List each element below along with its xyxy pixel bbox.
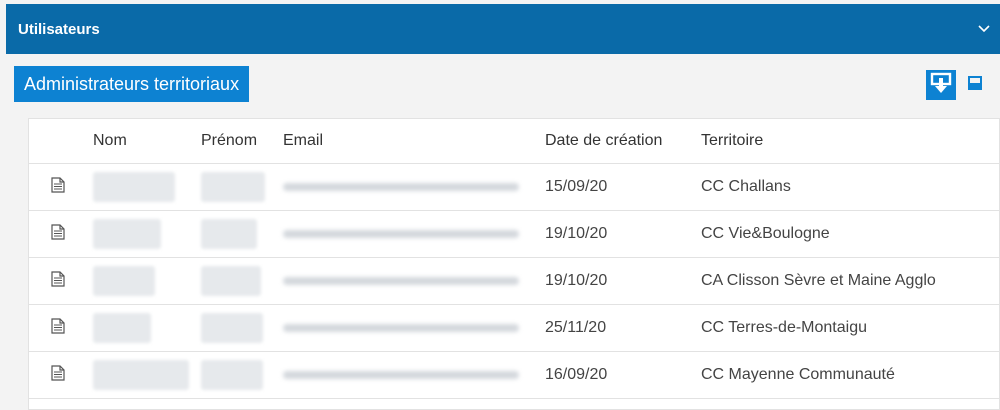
email-cell [277, 163, 539, 211]
territoire-cell: CC Vie&Boulogne [695, 210, 999, 258]
redacted-name [93, 266, 155, 296]
chevron-down-icon[interactable] [976, 20, 992, 36]
document-icon [51, 317, 65, 338]
document-icon [51, 223, 65, 244]
table-row[interactable]: 19/10/20 CA Clisson Sèvre et Maine Agglo [29, 257, 999, 305]
collapse-button[interactable] [960, 70, 990, 100]
redacted-name [93, 172, 175, 202]
table-header-row: Nom Prénom Email Date de création Territ… [29, 119, 999, 164]
redacted-email [283, 276, 519, 285]
export-button[interactable] [926, 70, 956, 100]
row-open-button[interactable] [29, 210, 87, 258]
email-cell [277, 351, 539, 399]
row-open-button[interactable] [29, 304, 87, 352]
redacted-firstname [201, 313, 263, 343]
row-open-button[interactable] [29, 257, 87, 305]
redacted-firstname [201, 172, 265, 202]
nom-cell [87, 257, 195, 305]
date-cell: 19/10/20 [539, 210, 695, 258]
redacted-firstname [201, 219, 257, 249]
redacted-email [283, 229, 519, 238]
email-cell [277, 257, 539, 305]
document-icon [51, 176, 65, 197]
territoire-cell: CA Clisson Sèvre et Maine Agglo [695, 257, 999, 305]
table-row[interactable]: 15/09/20 CC Challans [29, 163, 999, 211]
date-cell: 25/11/20 [539, 304, 695, 352]
header-date[interactable]: Date de création [539, 119, 695, 164]
row-open-button[interactable] [29, 351, 87, 399]
admins-table: Nom Prénom Email Date de création Territ… [28, 118, 1000, 410]
redacted-email [283, 370, 519, 379]
section-title: Administrateurs territoriaux [14, 66, 250, 102]
table-row[interactable]: 19/10/20 CC Vie&Boulogne [29, 210, 999, 258]
table-row[interactable]: 25/11/20 CC Terres-de-Montaigu [29, 304, 999, 352]
header-territoire[interactable]: Territoire [695, 119, 999, 164]
redacted-name [93, 219, 161, 249]
header-email[interactable]: Email [277, 119, 539, 164]
table-row[interactable]: 16/09/20 CC Mayenne Communauté [29, 351, 999, 399]
date-cell: 19/10/20 [539, 257, 695, 305]
redacted-name [93, 360, 189, 390]
territoire-cell: CC Terres-de-Montaigu [695, 304, 999, 352]
document-icon [51, 270, 65, 291]
nom-cell [87, 210, 195, 258]
row-open-button[interactable] [29, 163, 87, 211]
prenom-cell [195, 351, 277, 399]
header-icon-col [29, 119, 87, 164]
header-nom[interactable]: Nom [87, 119, 195, 164]
nom-cell [87, 351, 195, 399]
redacted-name [93, 313, 151, 343]
redacted-firstname [201, 360, 263, 390]
nom-cell [87, 304, 195, 352]
prenom-cell [195, 163, 277, 211]
territoire-cell: CC Challans [695, 163, 999, 211]
redacted-email [283, 323, 519, 332]
email-cell [277, 210, 539, 258]
panel-header[interactable]: Utilisateurs [6, 4, 1000, 54]
prenom-cell [195, 257, 277, 305]
date-cell: 16/09/20 [539, 351, 695, 399]
nom-cell [87, 163, 195, 211]
email-cell [277, 304, 539, 352]
document-icon [51, 364, 65, 385]
panel-title: Utilisateurs [18, 20, 100, 38]
admins-section: Administrateurs territoriaux Nom Prénom … [14, 66, 1000, 410]
territoire-cell: CC Mayenne Communauté [695, 351, 999, 399]
date-cell: 15/09/20 [539, 163, 695, 211]
redacted-firstname [201, 266, 261, 296]
prenom-cell [195, 210, 277, 258]
prenom-cell [195, 304, 277, 352]
window-collapse-icon [967, 75, 983, 96]
export-download-icon [930, 72, 952, 99]
redacted-email [283, 182, 519, 191]
header-prenom[interactable]: Prénom [195, 119, 277, 164]
